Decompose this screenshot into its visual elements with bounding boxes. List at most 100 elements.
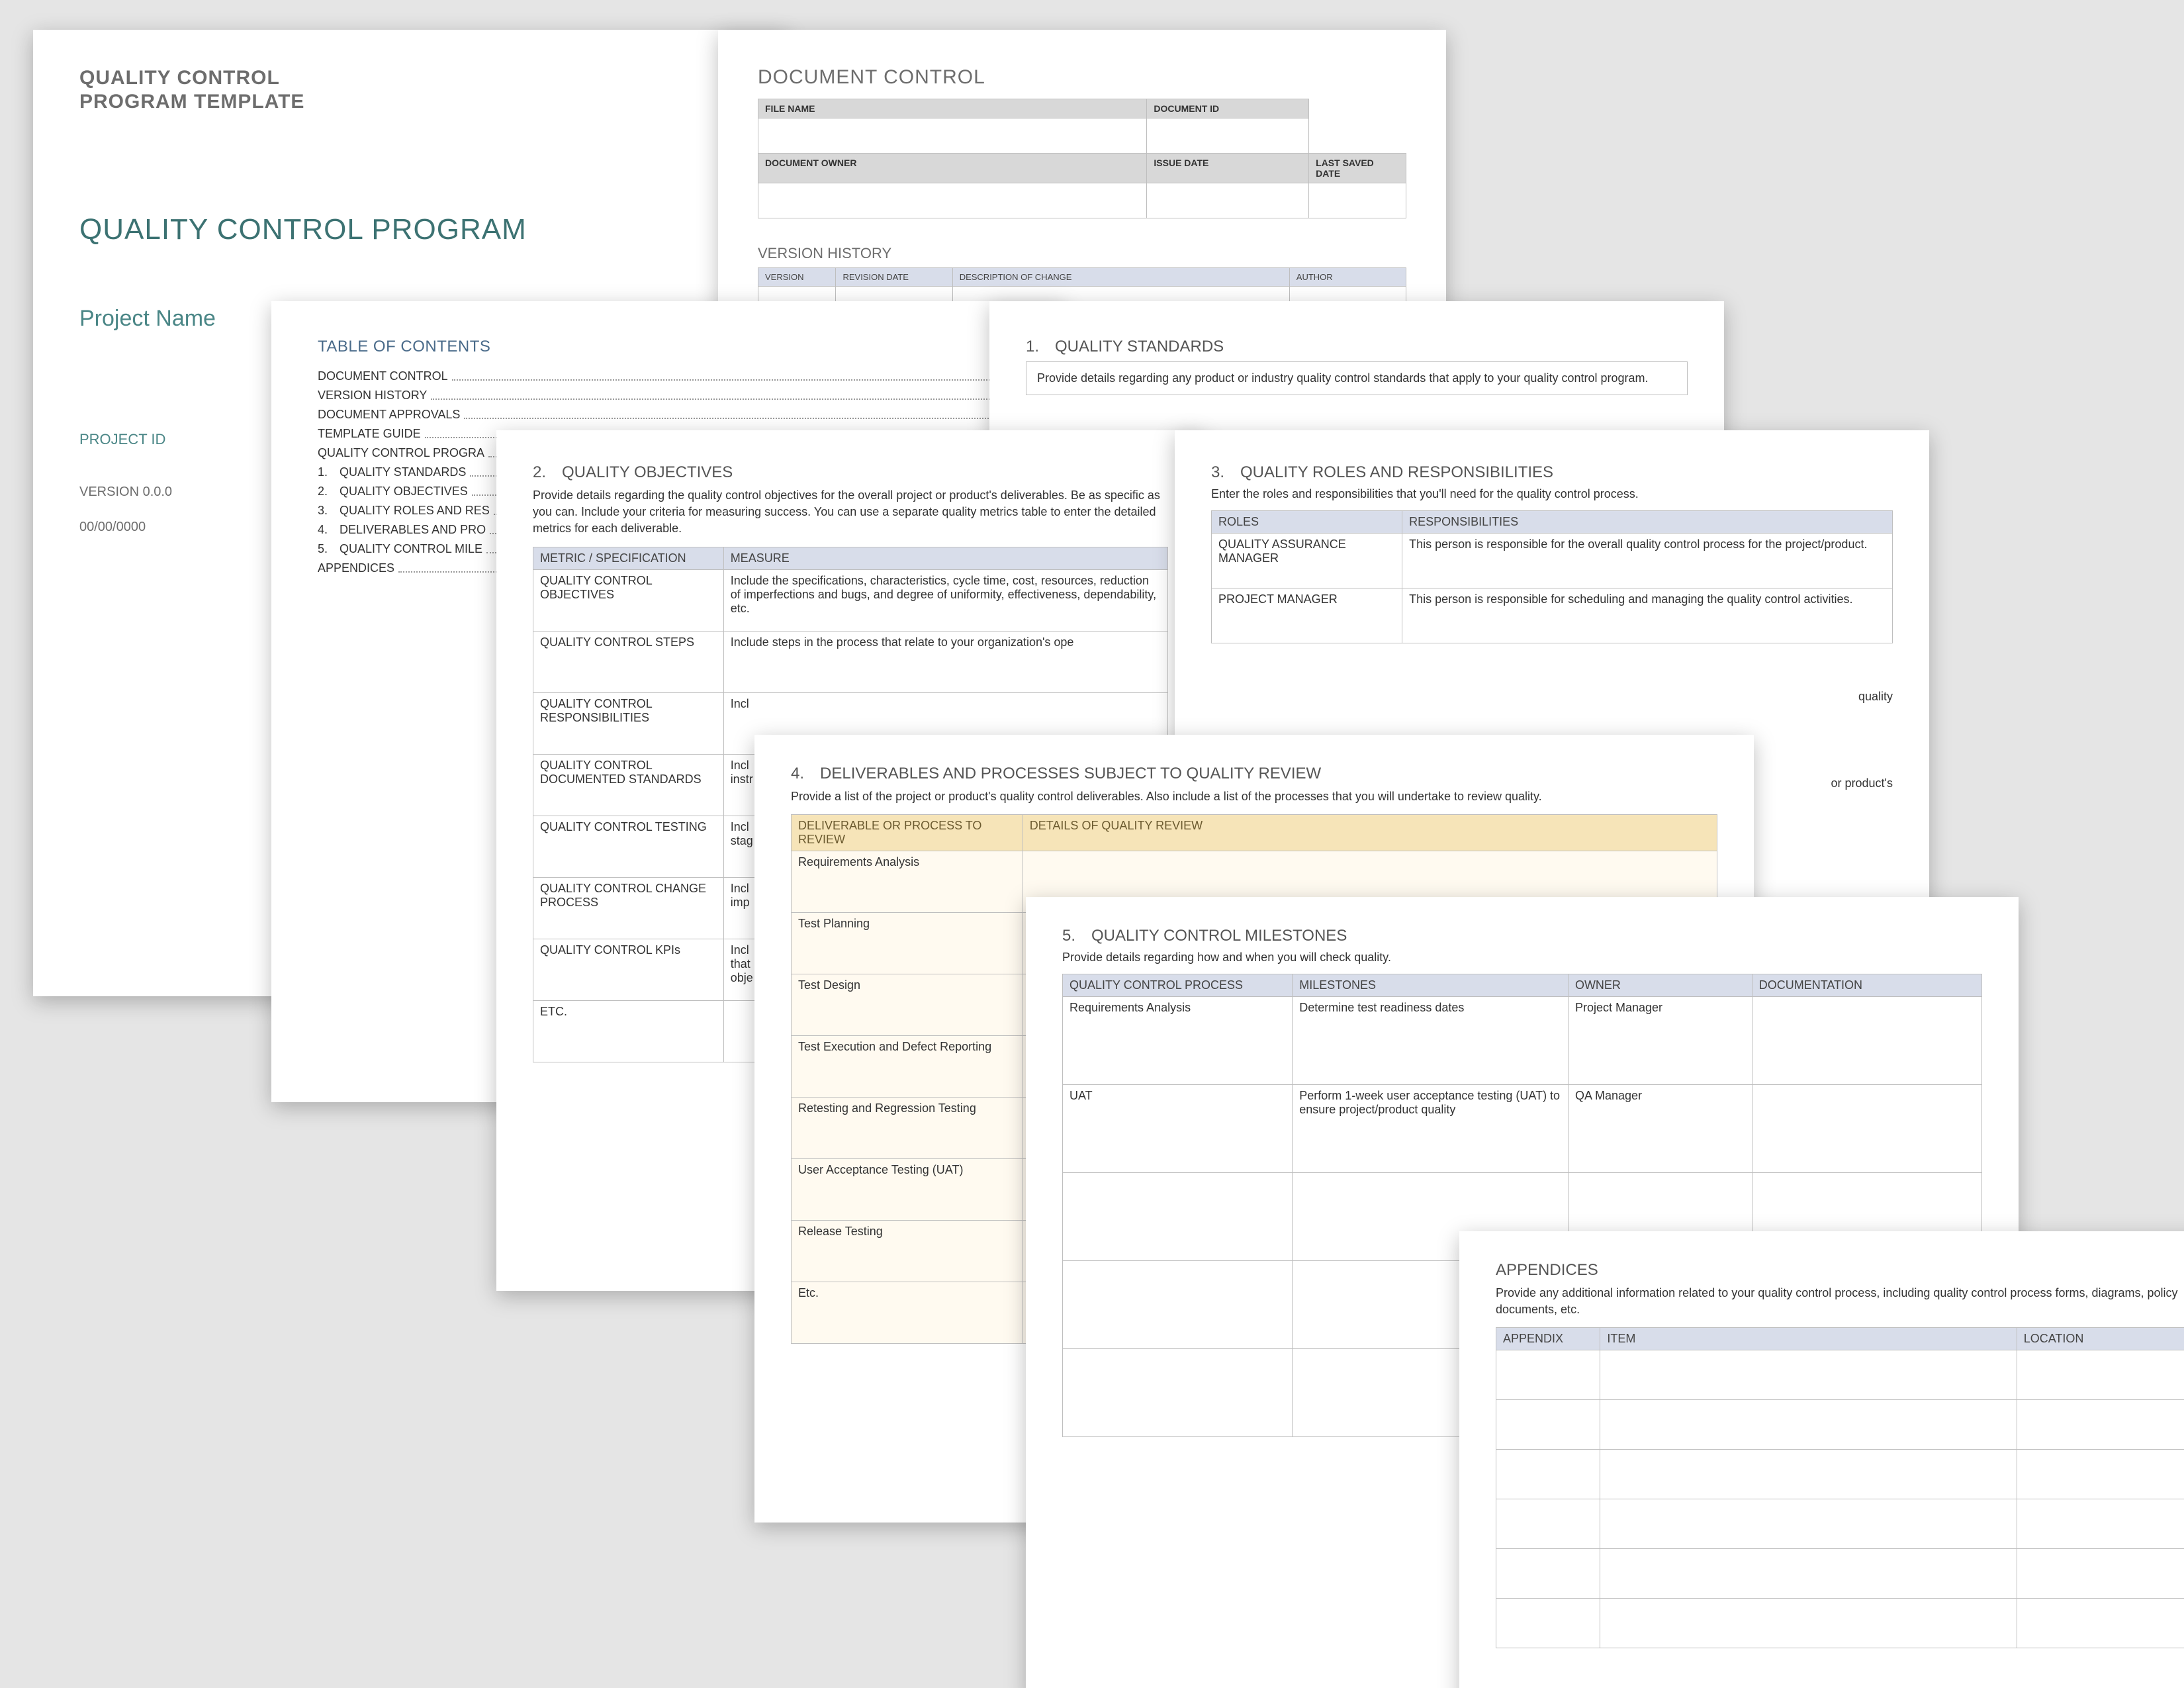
cell (1600, 1599, 2017, 1648)
sec3-desc: Enter the roles and responsibilities tha… (1211, 487, 1893, 501)
doc-control-title: DOCUMENT CONTROL (758, 66, 1406, 89)
cell (1496, 1350, 1600, 1400)
cell (1600, 1400, 2017, 1450)
cell: QUALITY CONTROL TESTING (533, 816, 724, 877)
cell (1496, 1599, 1600, 1648)
cell: Retesting and Regression Testing (792, 1098, 1023, 1159)
toc-item: DOCUMENT APPROVALS (318, 408, 1019, 422)
cell: User Acceptance Testing (UAT) (792, 1159, 1023, 1221)
cell: ETC. (533, 1000, 724, 1062)
toc-label: 3. QUALITY ROLES AND RES (318, 504, 490, 518)
sec5-h2: MILESTONES (1293, 974, 1569, 997)
sec5-title: 5. QUALITY CONTROL MILESTONES (1062, 927, 1982, 945)
table-row: QUALITY CONTROL STEPSInclude steps in th… (533, 631, 1168, 692)
brand-line1: QUALITY CONTROL (79, 66, 741, 90)
version-history-title: VERSION HISTORY (758, 245, 1406, 262)
cell: Test Execution and Defect Reporting (792, 1036, 1023, 1098)
cell: Test Planning (792, 913, 1023, 974)
toc-title: TABLE OF CONTENTS (318, 338, 1019, 356)
appendix-h3: LOCATION (2017, 1328, 2184, 1350)
cell: This person is responsible for schedulin… (1402, 588, 1893, 643)
toc-label: QUALITY CONTROL PROGRA (318, 446, 484, 460)
cell: QUALITY CONTROL DOCUMENTED STANDARDS (533, 754, 724, 816)
th-rev-date: REVISION DATE (836, 268, 952, 287)
th-issue-date: ISSUE DATE (1147, 154, 1309, 183)
sec4-title: 4. DELIVERABLES AND PROCESSES SUBJECT TO… (791, 765, 1717, 783)
th-file-name: FILE NAME (758, 99, 1147, 118)
th-document-id: DOCUMENT ID (1147, 99, 1309, 118)
cell: QA Manager (1568, 1085, 1752, 1173)
table-row: QUALITY CONTROL OBJECTIVESInclude the sp… (533, 569, 1168, 631)
sec5-h3: OWNER (1568, 974, 1752, 997)
sec2-title: 2. QUALITY OBJECTIVES (533, 463, 1168, 482)
cell: This person is responsible for the overa… (1402, 534, 1893, 588)
appendix-title: APPENDICES (1496, 1261, 2184, 1280)
th-desc-change: DESCRIPTION OF CHANGE (952, 268, 1289, 287)
cell (2017, 1400, 2184, 1450)
sec1-title: 1. QUALITY STANDARDS (1026, 338, 1688, 356)
brand-line2: PROGRAM TEMPLATE (79, 90, 741, 114)
toc-item: VERSION HISTORY2 (318, 389, 1019, 402)
sec5-h4: DOCUMENTATION (1752, 974, 1981, 997)
th-document-owner: DOCUMENT OWNER (758, 154, 1147, 183)
table-row (1496, 1499, 2184, 1549)
cell (1752, 1085, 1981, 1173)
cell: Determine test readiness dates (1293, 997, 1569, 1085)
toc-label: VERSION HISTORY (318, 389, 427, 402)
sec4-desc: Provide a list of the project or product… (791, 788, 1717, 805)
cell (1600, 1450, 2017, 1499)
cell (1063, 1349, 1293, 1437)
cell (2017, 1350, 2184, 1400)
toc-label: TEMPLATE GUIDE (318, 427, 421, 441)
cell: Project Manager (1568, 997, 1752, 1085)
cell: QUALITY CONTROL CHANGE PROCESS (533, 877, 724, 939)
toc-label: 5. QUALITY CONTROL MILE (318, 542, 482, 556)
cell (2017, 1549, 2184, 1599)
table-row: UATPerform 1-week user acceptance testin… (1063, 1085, 1982, 1173)
sec3-h1: ROLES (1212, 511, 1402, 534)
sec4-h2: DETAILS OF QUALITY REVIEW (1023, 815, 1717, 851)
table-row: Requirements AnalysisDetermine test read… (1063, 997, 1982, 1085)
th-version: VERSION (758, 268, 836, 287)
th-author: AUTHOR (1289, 268, 1406, 287)
cell: Perform 1-week user acceptance testing (… (1293, 1085, 1569, 1173)
cell: Requirements Analysis (792, 851, 1023, 913)
table-row: QUALITY ASSURANCE MANAGERThis person is … (1212, 534, 1893, 588)
cell (1063, 1261, 1293, 1349)
appendix-h2: ITEM (1600, 1328, 2017, 1350)
cell (2017, 1450, 2184, 1499)
cell (1600, 1499, 2017, 1549)
sec5-h1: QUALITY CONTROL PROCESS (1063, 974, 1293, 997)
cell: QUALITY CONTROL STEPS (533, 631, 724, 692)
sec4-h1: DELIVERABLE OR PROCESS TO REVIEW (792, 815, 1023, 851)
cell: Etc. (792, 1282, 1023, 1344)
cell: Test Design (792, 974, 1023, 1036)
sec3-h2: RESPONSIBILITIES (1402, 511, 1893, 534)
appendix-page: APPENDICES Provide any additional inform… (1459, 1231, 2184, 1688)
cell: Release Testing (792, 1221, 1023, 1282)
toc-label: APPENDICES (318, 561, 394, 575)
cell: Requirements Analysis (1063, 997, 1293, 1085)
sec3-frag1: quality (1211, 690, 1893, 704)
doc-title: QUALITY CONTROL PROGRAM (79, 213, 741, 246)
table-row (1496, 1599, 2184, 1648)
cell (1496, 1499, 1600, 1549)
cell: UAT (1063, 1085, 1293, 1173)
th-last-saved: LAST SAVED DATE (1309, 154, 1406, 183)
cell (2017, 1499, 2184, 1549)
toc-label: 4. DELIVERABLES AND PRO (318, 523, 486, 537)
cell (1600, 1549, 2017, 1599)
cell: QUALITY CONTROL OBJECTIVES (533, 569, 724, 631)
cell: QUALITY CONTROL KPIs (533, 939, 724, 1000)
cell (1496, 1549, 1600, 1599)
sec2-h1: METRIC / SPECIFICATION (533, 547, 724, 569)
table-row (1496, 1350, 2184, 1400)
toc-label: 1. QUALITY STANDARDS (318, 465, 466, 479)
cell: PROJECT MANAGER (1212, 588, 1402, 643)
table-row (1496, 1400, 2184, 1450)
cell: QUALITY CONTROL RESPONSIBILITIES (533, 692, 724, 754)
toc-label: 2. QUALITY OBJECTIVES (318, 485, 468, 498)
sec3-title: 3. QUALITY ROLES AND RESPONSIBILITIES (1211, 463, 1893, 482)
sec1-desc: Provide details regarding any product or… (1026, 361, 1688, 395)
cell (1063, 1173, 1293, 1261)
